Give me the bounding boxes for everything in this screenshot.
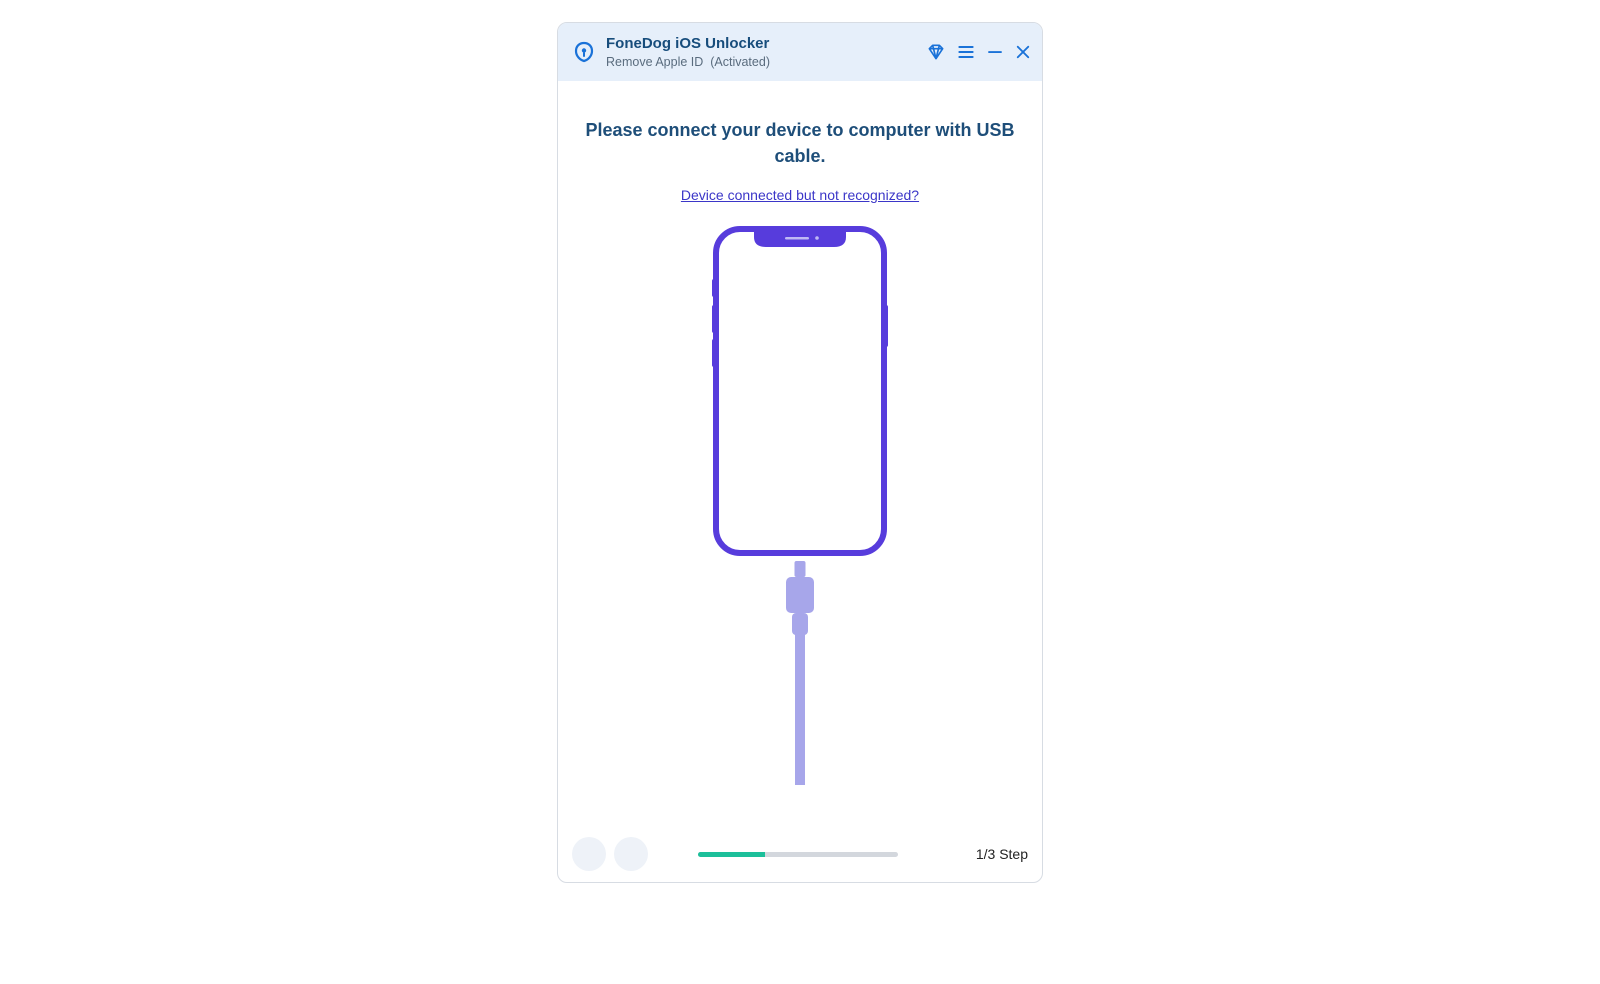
help-link[interactable]: Device connected but not recognized?: [681, 187, 919, 203]
content-area: Please connect your device to computer w…: [558, 81, 1042, 826]
title-text-block: FoneDog iOS Unlocker Remove Apple ID (Ac…: [606, 34, 926, 70]
close-icon[interactable]: [1014, 43, 1032, 61]
minimize-icon[interactable]: [986, 43, 1004, 61]
app-window: FoneDog iOS Unlocker Remove Apple ID (Ac…: [557, 22, 1043, 883]
instruction-text: Please connect your device to computer w…: [580, 117, 1020, 169]
title-bar: FoneDog iOS Unlocker Remove Apple ID (Ac…: [558, 23, 1042, 81]
app-subtitle: Remove Apple ID (Activated): [606, 54, 926, 70]
home-button[interactable]: [572, 837, 606, 871]
license-status: (Activated): [710, 55, 770, 69]
progress-bar: [698, 852, 898, 857]
progress-container: [656, 852, 940, 857]
title-bar-actions: [926, 42, 1032, 62]
back-button[interactable]: [614, 837, 648, 871]
phone-illustration: [558, 225, 1042, 826]
subtitle-mode: Remove Apple ID: [606, 55, 703, 69]
diamond-icon[interactable]: [926, 42, 946, 62]
app-logo-icon: [570, 38, 598, 66]
footer-bar: 1/3 Step: [558, 826, 1042, 882]
progress-fill: [698, 852, 765, 857]
step-label: 1/3 Step: [948, 846, 1028, 862]
app-title: FoneDog iOS Unlocker: [606, 34, 926, 54]
menu-icon[interactable]: [956, 42, 976, 62]
